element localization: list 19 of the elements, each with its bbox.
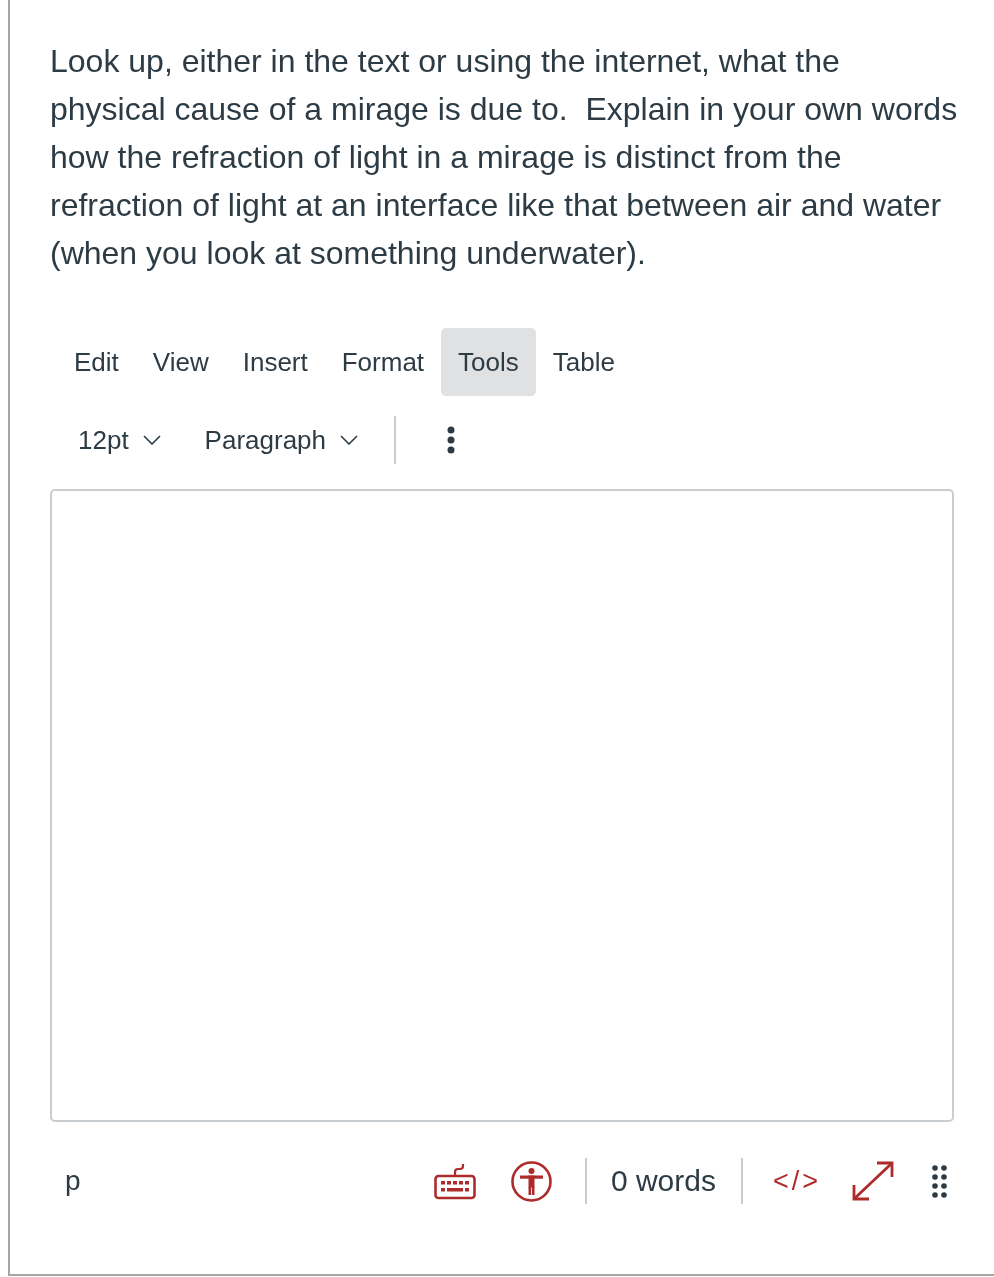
diagonal-arrow-icon[interactable] — [852, 1161, 894, 1201]
accessibility-icon[interactable] — [510, 1160, 552, 1202]
chevron-down-icon — [340, 435, 359, 445]
drag-handle-icon[interactable] — [932, 1164, 947, 1198]
font-size-dropdown[interactable]: 12pt — [62, 416, 177, 464]
word-count: 0 words — [610, 1164, 716, 1198]
more-options-icon[interactable] — [447, 426, 456, 454]
block-format-dropdown[interactable]: Paragraph — [188, 416, 375, 464]
menu-item[interactable]: Format — [324, 328, 442, 396]
html-editor-button[interactable]: </> — [772, 1165, 821, 1197]
keyboard-icon[interactable] — [433, 1162, 476, 1200]
menu-item[interactable]: Table — [535, 328, 632, 396]
question-text: Look up, either in the text or using the internet, what the physical cause of a mirage is due to. Explain in your own words how the refraction of light in a mirage is distinct from the refraction of light at an interface like that between air and water (when you look at something underwater). — [50, 42, 959, 273]
menu-item[interactable]: Edit — [57, 328, 136, 396]
menu-item[interactable]: View — [135, 328, 226, 396]
element-path-link[interactable]: p — [65, 1165, 81, 1197]
menu-item[interactable]: Tools — [441, 328, 536, 396]
menu-item[interactable]: Insert — [225, 328, 325, 396]
chevron-down-icon — [142, 435, 161, 445]
